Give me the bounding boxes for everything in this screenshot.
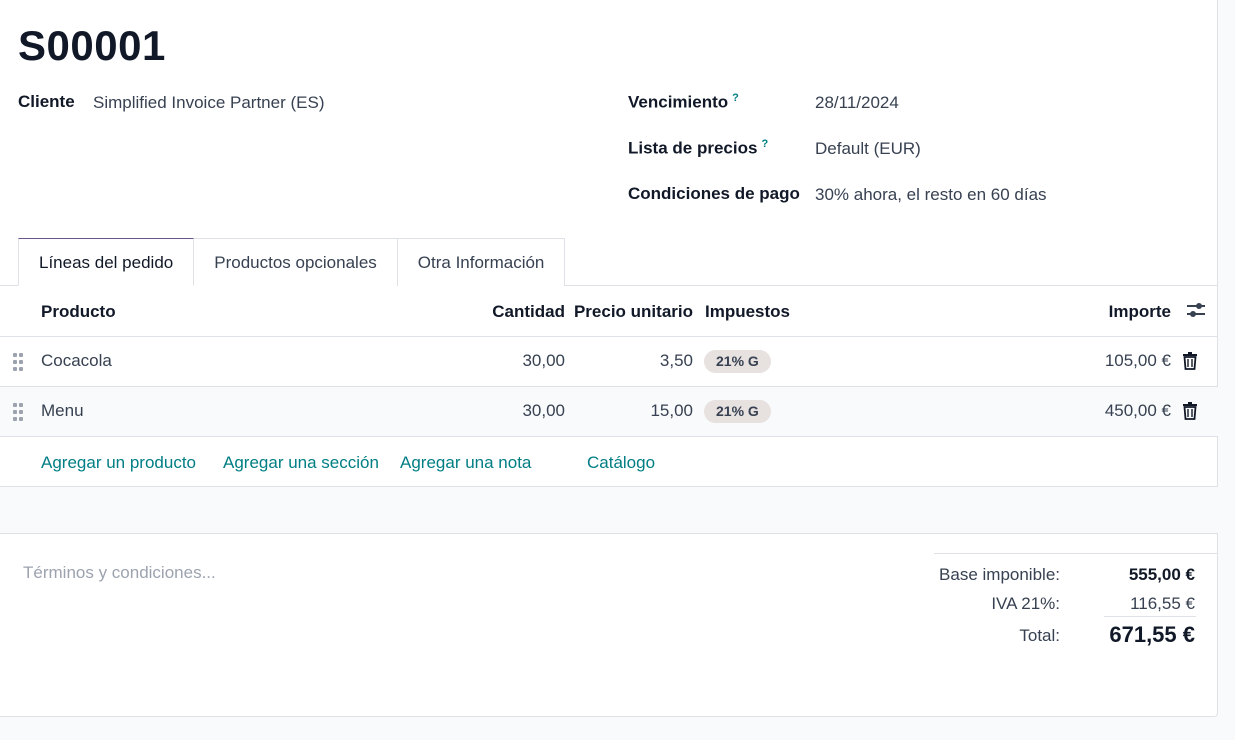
tab-other-info[interactable]: Otra Información [396, 238, 566, 286]
column-unit-price[interactable]: Precio unitario [574, 302, 693, 322]
terms-input[interactable]: Términos y condiciones... [23, 563, 216, 583]
product-cell[interactable]: Cocacola [41, 351, 112, 371]
payment-terms-label: Condiciones de pago [628, 184, 800, 203]
trash-icon[interactable] [1183, 402, 1197, 420]
total-divider [1104, 616, 1196, 617]
table-row[interactable]: Menu 30,00 15,00 21% G 450,00 € [0, 387, 1218, 437]
tab-optional-products[interactable]: Productos opcionales [193, 238, 398, 286]
add-section-link[interactable]: Agregar una sección [223, 453, 379, 473]
iva-label: IVA 21%: [991, 594, 1060, 613]
column-amount[interactable]: Importe [1109, 302, 1171, 322]
column-product[interactable]: Producto [41, 302, 116, 322]
quantity-cell[interactable]: 30,00 [522, 351, 565, 371]
customer-label: Cliente [18, 92, 75, 111]
pricelist-field[interactable]: Default (EUR) [815, 139, 921, 159]
table-header: Producto Cantidad Precio unitario Impues… [0, 286, 1218, 337]
record-title: S00001 [18, 22, 166, 69]
total-label: Total: [1019, 626, 1060, 645]
drag-handle-icon[interactable] [13, 353, 25, 371]
total-value: 671,55 € [1109, 622, 1195, 647]
notebook-tabs: Líneas del pedido Productos opcionales O… [18, 238, 566, 286]
tax-badge[interactable]: 21% G [704, 400, 771, 423]
add-line-actions: Agregar un producto Agregar una sección … [0, 438, 1218, 487]
quantity-cell[interactable]: 30,00 [522, 401, 565, 421]
tab-order-lines[interactable]: Líneas del pedido [18, 238, 195, 286]
column-quantity[interactable]: Cantidad [492, 302, 565, 322]
add-note-link[interactable]: Agregar una nota [400, 453, 531, 473]
form-sheet: S00001 Cliente Simplified Invoice Partne… [0, 0, 1218, 717]
column-settings-icon[interactable] [1185, 300, 1207, 320]
due-date-label-text: Vencimiento [628, 92, 729, 112]
customer-field[interactable]: Simplified Invoice Partner (ES) [93, 93, 324, 113]
table-row[interactable]: Cocacola 30,00 3,50 21% G 105,00 € [0, 337, 1218, 387]
trash-icon[interactable] [1183, 352, 1197, 370]
base-label: Base imponible: [939, 565, 1060, 584]
due-date-label: Vencimiento? [628, 92, 739, 113]
amount-cell: 450,00 € [1104, 401, 1171, 420]
column-taxes[interactable]: Impuestos [705, 302, 790, 322]
totals-divider [934, 553, 1218, 554]
pricelist-label: Lista de precios? [628, 138, 768, 159]
base-value: 555,00 € [1128, 565, 1195, 584]
payment-terms-field[interactable]: 30% ahora, el resto en 60 días [815, 185, 1047, 205]
unit-price-cell[interactable]: 15,00 [650, 401, 693, 421]
pricelist-label-text: Lista de precios [628, 138, 758, 158]
amount-cell: 105,00 € [1104, 351, 1171, 370]
due-date-field[interactable]: 28/11/2024 [815, 93, 899, 113]
unit-price-cell[interactable]: 3,50 [660, 351, 693, 371]
table-footer-band [0, 487, 1218, 534]
tax-badge[interactable]: 21% G [704, 350, 771, 373]
help-icon[interactable]: ? [732, 92, 739, 104]
product-cell[interactable]: Menu [41, 401, 84, 421]
help-icon[interactable]: ? [761, 138, 768, 150]
iva-value: 116,55 € [1130, 594, 1195, 613]
drag-handle-icon[interactable] [13, 403, 25, 421]
catalog-link[interactable]: Catálogo [587, 453, 655, 473]
add-product-link[interactable]: Agregar un producto [41, 453, 196, 473]
